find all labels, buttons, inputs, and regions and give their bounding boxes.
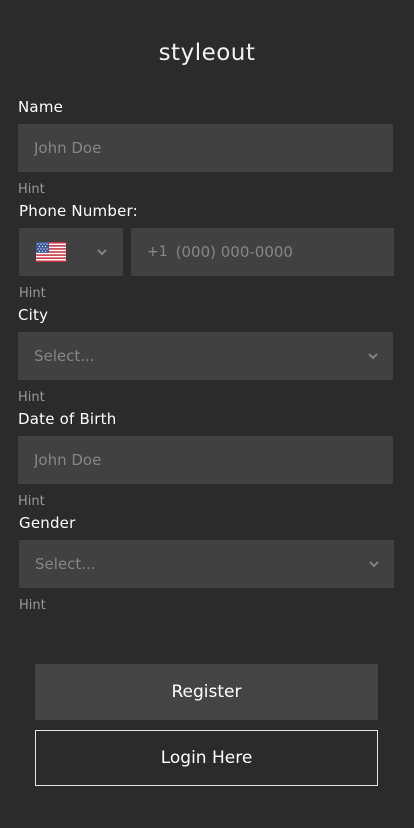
- city-label: City: [18, 306, 49, 324]
- gender-select-value: Select...: [35, 555, 96, 573]
- city-hint: Hint: [18, 390, 45, 405]
- dob-label: Date of Birth: [18, 410, 117, 428]
- phone-prefix: +1: [147, 244, 168, 260]
- country-code-select[interactable]: [19, 228, 123, 276]
- phone-input[interactable]: [175, 243, 394, 261]
- phone-label: Phone Number:: [19, 202, 138, 220]
- login-button[interactable]: Login Here: [35, 730, 378, 786]
- city-select-value: Select...: [34, 347, 95, 365]
- gender-select[interactable]: Select...: [19, 540, 394, 588]
- chevron-down-icon: [82, 248, 122, 256]
- phone-hint: Hint: [19, 286, 46, 301]
- city-select[interactable]: Select...: [18, 332, 393, 380]
- brand-logo: styleout: [158, 40, 256, 66]
- gender-hint: Hint: [19, 598, 46, 613]
- gender-label: Gender: [19, 514, 76, 532]
- register-button[interactable]: Register: [35, 664, 378, 720]
- chevron-down-icon: [353, 352, 393, 360]
- phone-field[interactable]: +1: [131, 228, 394, 276]
- dob-input[interactable]: [34, 451, 393, 469]
- dob-field[interactable]: [18, 436, 393, 484]
- dob-hint: Hint: [18, 494, 45, 509]
- us-flag-icon: [36, 242, 66, 262]
- name-label: Name: [18, 98, 64, 116]
- chevron-down-icon: [354, 560, 394, 568]
- name-input[interactable]: [34, 139, 393, 157]
- name-hint: Hint: [18, 182, 45, 197]
- name-field[interactable]: [18, 124, 393, 172]
